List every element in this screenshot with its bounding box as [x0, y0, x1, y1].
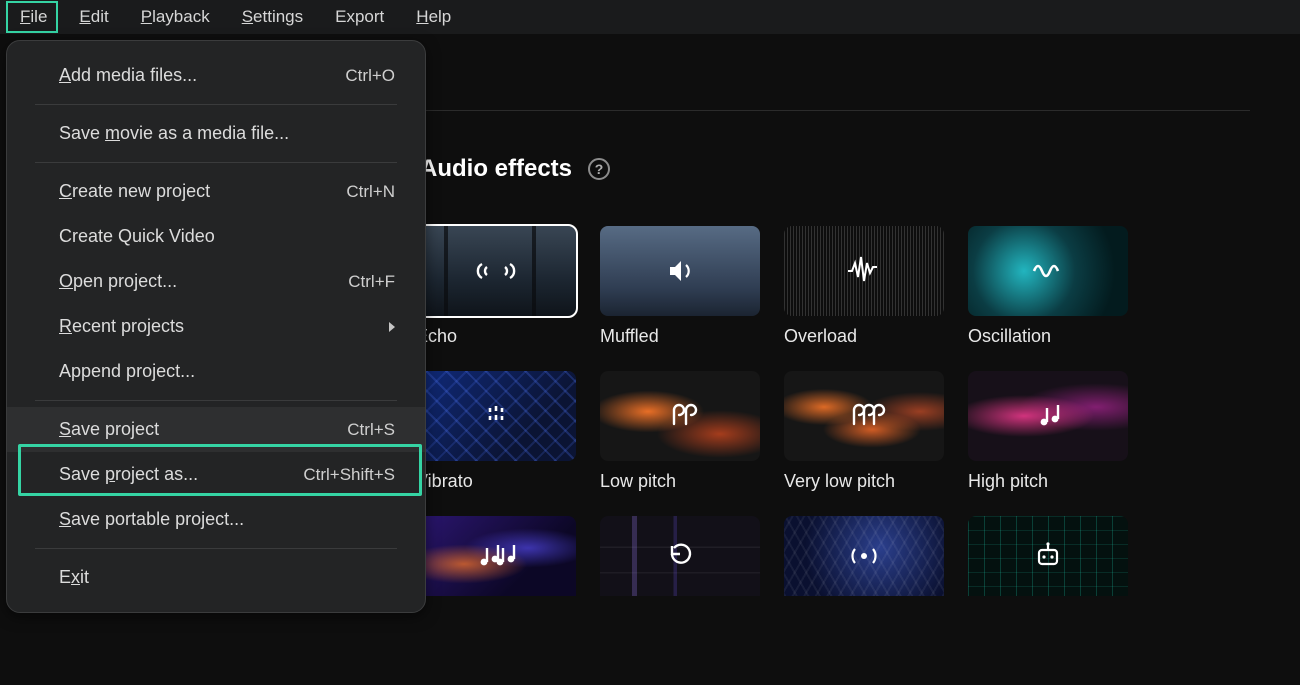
menu-item-shortcut: Ctrl+O — [345, 66, 395, 86]
effect-tile-low-pitch[interactable]: Low pitch — [600, 371, 760, 492]
note2-icon — [1026, 400, 1070, 432]
effect-label: Vibrato — [416, 471, 576, 492]
effect-thumbnail[interactable] — [416, 371, 576, 461]
menubar: File Edit Playback Settings Export Help — [0, 0, 1300, 34]
menu-help[interactable]: Help — [400, 3, 467, 31]
dropdown-separator — [35, 104, 397, 105]
effects-grid: Echo Muffled Overload Oscillation Vibrato Low… — [416, 226, 1128, 596]
menu-item-label: Exit — [59, 567, 89, 588]
menu-settings[interactable]: Settings — [226, 3, 319, 31]
help-icon[interactable]: ? — [588, 158, 610, 180]
wave-icon — [842, 255, 886, 287]
dropdown-separator — [35, 548, 397, 549]
effect-thumbnail[interactable] — [784, 226, 944, 316]
effect-thumbnail[interactable] — [784, 371, 944, 461]
menu-item-append-project[interactable]: Append project... — [7, 349, 425, 394]
effect-label: Low pitch — [600, 471, 760, 492]
submenu-arrow-icon — [389, 322, 395, 332]
vibrato-icon — [474, 400, 518, 432]
menu-item-label: Save project — [59, 419, 159, 440]
effect-tile-broadcast[interactable] — [784, 516, 944, 596]
robot-icon — [1026, 540, 1070, 572]
menu-item-shortcut: Ctrl+S — [347, 420, 395, 440]
effect-tile-robot[interactable] — [968, 516, 1128, 596]
effect-label: High pitch — [968, 471, 1128, 492]
menu-item-save-portable-project[interactable]: Save portable project... — [7, 497, 425, 542]
menu-item-save-project[interactable]: Save project Ctrl+S — [7, 407, 425, 452]
effect-label: Muffled — [600, 326, 760, 347]
section-header: Audio effects ? — [420, 155, 1250, 183]
effect-tile-high-pitch[interactable]: High pitch — [968, 371, 1128, 492]
effect-tile-very-low-pitch[interactable]: Very low pitch — [784, 371, 944, 492]
menu-file[interactable]: File — [4, 3, 63, 31]
rho2-icon — [658, 400, 702, 432]
effect-thumbnail[interactable] — [600, 226, 760, 316]
menu-item-shortcut: Ctrl+Shift+S — [303, 465, 395, 485]
file-dropdown: Add media files... Ctrl+O Save movie as a … — [6, 40, 426, 613]
effect-label: Oscillation — [968, 326, 1128, 347]
menu-edit[interactable]: Edit — [63, 3, 124, 31]
effect-tile-echo[interactable]: Echo — [416, 226, 576, 347]
menu-playback[interactable]: Playback — [125, 3, 226, 31]
effect-thumbnail[interactable] — [784, 516, 944, 596]
echo-icon — [474, 255, 518, 287]
effect-thumbnail[interactable] — [968, 226, 1128, 316]
menu-item-label: Add media files... — [59, 65, 197, 86]
menu-item-shortcut: Ctrl+N — [346, 182, 395, 202]
menu-item-recent-projects[interactable]: Recent projects — [7, 304, 425, 349]
effect-tile-vibrato[interactable]: Vibrato — [416, 371, 576, 492]
effect-thumbnail[interactable] — [416, 516, 576, 596]
menu-item-label: Save portable project... — [59, 509, 244, 530]
menu-item-label: Create new project — [59, 181, 210, 202]
dropdown-separator — [35, 400, 397, 401]
section-title: Audio effects — [420, 155, 572, 183]
menu-item-create-new-project[interactable]: Create new project Ctrl+N — [7, 169, 425, 214]
menu-item-open-project[interactable]: Open project... Ctrl+F — [7, 259, 425, 304]
menu-export[interactable]: Export — [319, 3, 400, 31]
menu-item-save-project-as[interactable]: Save project as... Ctrl+Shift+S — [7, 452, 425, 497]
broadcast-icon — [842, 540, 886, 572]
note3-icon — [474, 540, 518, 572]
cycle-icon — [658, 540, 702, 572]
menu-item-exit[interactable]: Exit — [7, 555, 425, 600]
effect-thumbnail[interactable] — [600, 371, 760, 461]
effect-thumbnail[interactable] — [416, 226, 576, 316]
menu-item-shortcut: Ctrl+F — [348, 272, 395, 292]
menu-item-create-quick-video[interactable]: Create Quick Video — [7, 214, 425, 259]
menu-item-add-media-files[interactable]: Add media files... Ctrl+O — [7, 53, 425, 98]
effect-tile-cycle[interactable] — [600, 516, 760, 596]
effect-label: Overload — [784, 326, 944, 347]
osc-icon — [1026, 255, 1070, 287]
menu-item-label: Create Quick Video — [59, 226, 215, 247]
effect-tile-overload[interactable]: Overload — [784, 226, 944, 347]
effect-thumbnail[interactable] — [968, 371, 1128, 461]
effect-tile-oscillation[interactable]: Oscillation — [968, 226, 1128, 347]
menu-item-save-movie-as-a-media-file[interactable]: Save movie as a media file... — [7, 111, 425, 156]
muffled-icon — [658, 255, 702, 287]
rho3-icon — [842, 400, 886, 432]
effect-tile-muffled[interactable]: Muffled — [600, 226, 760, 347]
menu-item-label: Save project as... — [59, 464, 198, 485]
dropdown-separator — [35, 162, 397, 163]
menu-item-label: Save movie as a media file... — [59, 123, 289, 144]
effect-thumbnail[interactable] — [600, 516, 760, 596]
menu-item-label: Open project... — [59, 271, 177, 292]
effect-label: Very low pitch — [784, 471, 944, 492]
menu-item-label: Append project... — [59, 361, 195, 382]
effect-thumbnail[interactable] — [968, 516, 1128, 596]
effect-tile-note3[interactable] — [416, 516, 576, 596]
effect-label: Echo — [416, 326, 576, 347]
menu-item-label: Recent projects — [59, 316, 184, 337]
